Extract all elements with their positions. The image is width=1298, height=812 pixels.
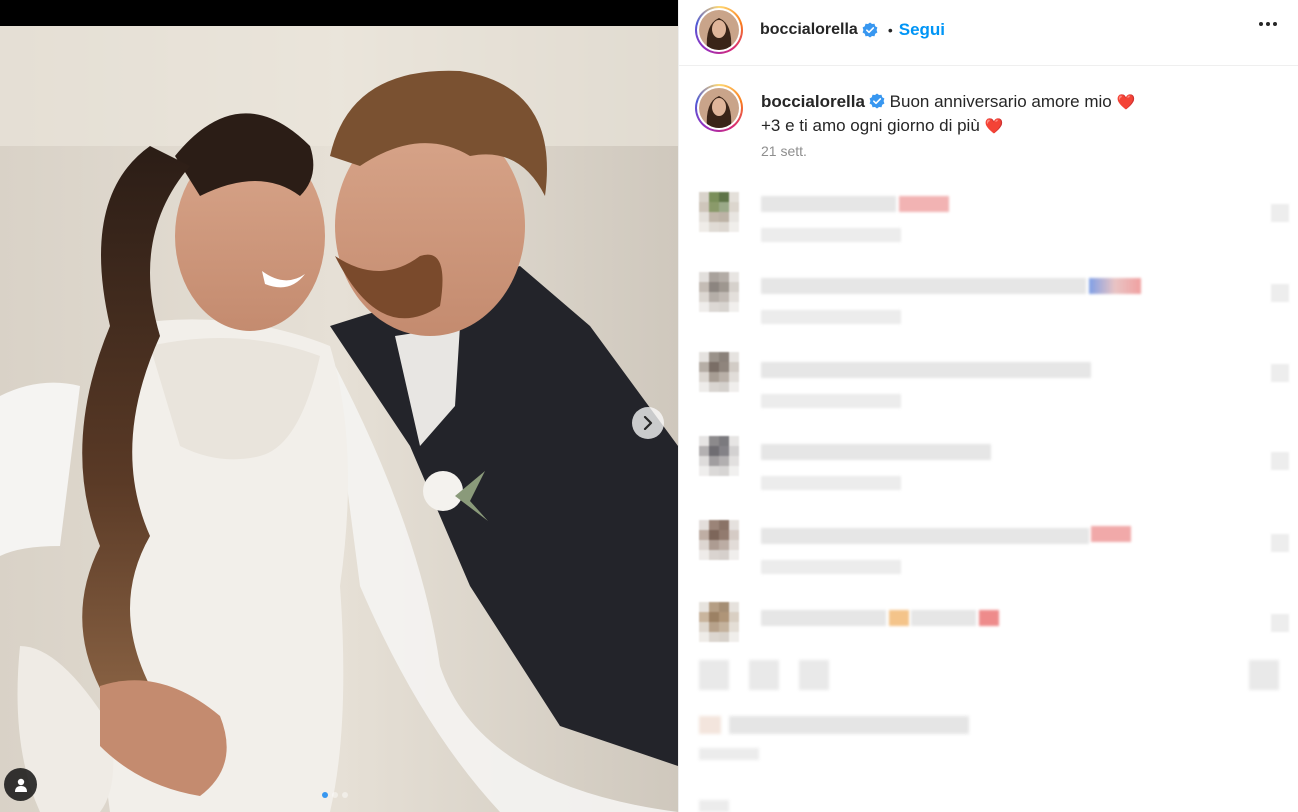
carousel-dot-active bbox=[322, 792, 328, 798]
media-letterbox bbox=[0, 0, 678, 26]
next-slide-button[interactable] bbox=[632, 407, 664, 439]
comment-item-blurred bbox=[679, 432, 1298, 492]
more-options-icon[interactable] bbox=[1259, 22, 1277, 26]
like-icon[interactable] bbox=[699, 660, 729, 690]
heart-emoji: ❤️ bbox=[984, 118, 1004, 135]
comment-avatar-blurred bbox=[699, 520, 739, 560]
avatar-image bbox=[699, 88, 739, 128]
caption-text-line2: +3 e ti amo ogni giorno di più bbox=[761, 116, 980, 135]
comment-item-blurred bbox=[679, 348, 1298, 408]
likes-avatar-blurred bbox=[699, 716, 721, 734]
post-timestamp[interactable]: 21 sett. bbox=[761, 143, 807, 159]
avatar-image bbox=[699, 10, 739, 50]
post-sidebar: boccialorella • Segui boccialorella Buon… bbox=[678, 0, 1298, 812]
post-header: boccialorella • Segui bbox=[679, 0, 1298, 66]
comment-item-blurred bbox=[679, 268, 1298, 328]
user-tag-icon bbox=[14, 778, 27, 792]
caption-avatar[interactable] bbox=[695, 84, 743, 132]
carousel-dots bbox=[322, 792, 348, 798]
post-date-blurred bbox=[699, 748, 759, 760]
share-icon[interactable] bbox=[799, 660, 829, 690]
add-comment-blurred bbox=[699, 800, 729, 812]
comment-avatar-blurred bbox=[699, 602, 739, 642]
comment-avatar-blurred bbox=[699, 352, 739, 392]
comment-item-blurred bbox=[679, 598, 1298, 658]
header-avatar[interactable] bbox=[695, 6, 743, 54]
header-separator: • bbox=[887, 22, 893, 38]
post-media[interactable] bbox=[0, 0, 678, 812]
comment-icon[interactable] bbox=[749, 660, 779, 690]
comment-avatar-blurred bbox=[699, 436, 739, 476]
caption-text-line1: Buon anniversario amore mio bbox=[889, 92, 1112, 111]
carousel-dot bbox=[342, 792, 348, 798]
post-actions-blurred bbox=[699, 660, 1279, 692]
post-caption: boccialorella Buon anniversario amore mi… bbox=[761, 90, 1241, 138]
follow-button[interactable]: Segui bbox=[899, 20, 945, 40]
likes-text-blurred bbox=[729, 716, 969, 734]
heart-emoji: ❤️ bbox=[1116, 94, 1136, 111]
carousel-dot bbox=[332, 792, 338, 798]
comment-item-blurred bbox=[679, 188, 1298, 248]
header-username[interactable]: boccialorella bbox=[760, 21, 858, 39]
comment-avatar-blurred bbox=[699, 192, 739, 232]
caption-username[interactable]: boccialorella bbox=[761, 92, 865, 111]
save-icon[interactable] bbox=[1249, 660, 1279, 690]
verified-badge-icon bbox=[869, 93, 885, 109]
user-tag-button[interactable] bbox=[4, 768, 37, 801]
comment-avatar-blurred bbox=[699, 272, 739, 312]
post-photo bbox=[0, 26, 678, 812]
verified-badge-icon bbox=[862, 22, 878, 38]
comment-item-blurred bbox=[679, 516, 1298, 576]
chevron-right-icon bbox=[643, 416, 653, 430]
